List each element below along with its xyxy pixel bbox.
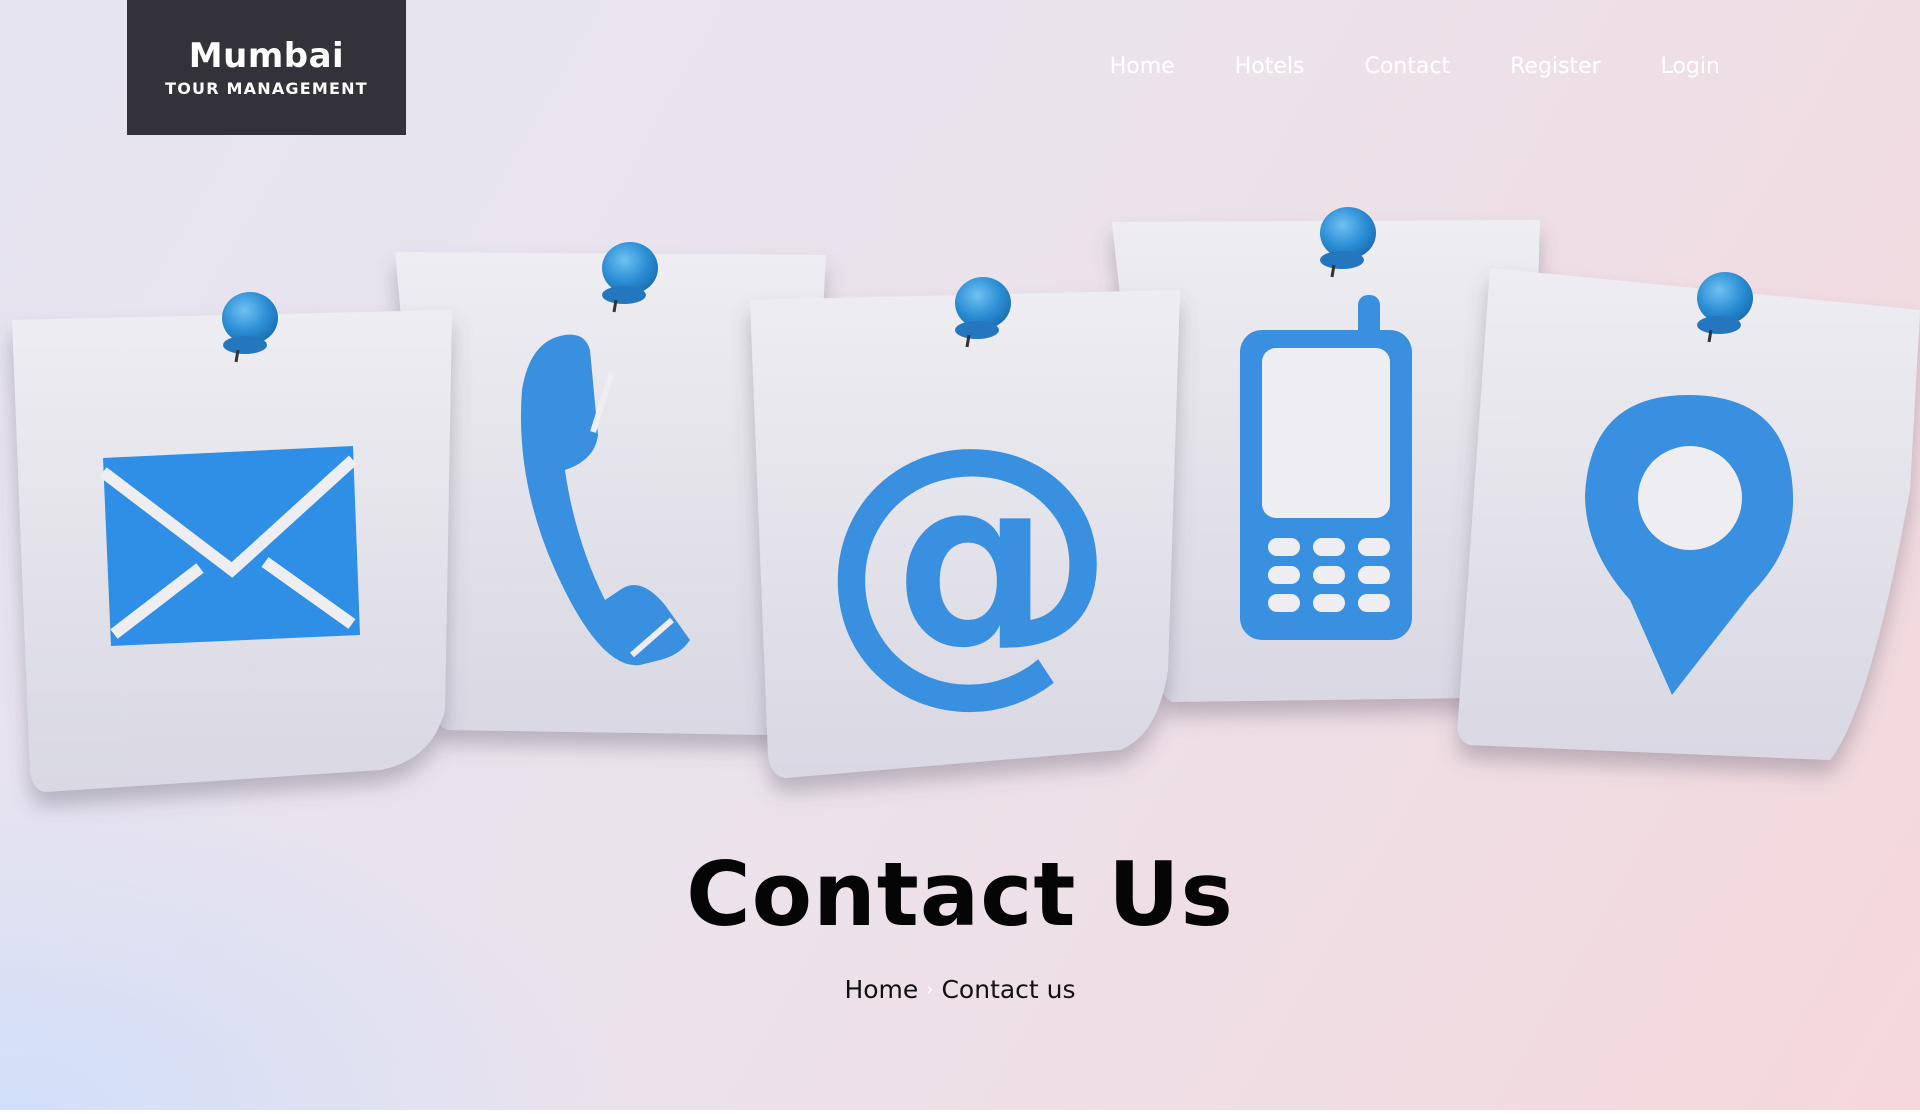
breadcrumb-current: Contact us bbox=[941, 975, 1076, 1004]
nav-item-contact[interactable]: Contact bbox=[1334, 52, 1480, 82]
brand-logo[interactable]: Mumbai TOUR MANAGEMENT bbox=[127, 0, 406, 135]
nav-item-register[interactable]: Register bbox=[1480, 52, 1631, 82]
hero-image: @ bbox=[12, 207, 1920, 792]
envelope-icon bbox=[99, 446, 360, 646]
breadcrumb-home-link[interactable]: Home bbox=[844, 975, 918, 1004]
nav-item-home[interactable]: Home bbox=[1080, 52, 1205, 82]
at-sign-icon: @ bbox=[818, 382, 1118, 731]
breadcrumb: Home › Contact us bbox=[0, 975, 1920, 1004]
breadcrumb-separator-icon: › bbox=[926, 979, 934, 1000]
bottom-divider bbox=[0, 1110, 1920, 1114]
nav-item-hotels[interactable]: Hotels bbox=[1205, 52, 1335, 82]
svg-text:@: @ bbox=[818, 382, 1118, 731]
nav-item-login[interactable]: Login bbox=[1631, 52, 1750, 82]
brand-tagline: TOUR MANAGEMENT bbox=[165, 78, 368, 98]
page-title: Contact Us bbox=[686, 843, 1234, 946]
mobile-phone-icon bbox=[1240, 295, 1412, 640]
brand-name: Mumbai bbox=[188, 35, 345, 76]
main-nav: Home Hotels Contact Register Login bbox=[1080, 52, 1750, 82]
